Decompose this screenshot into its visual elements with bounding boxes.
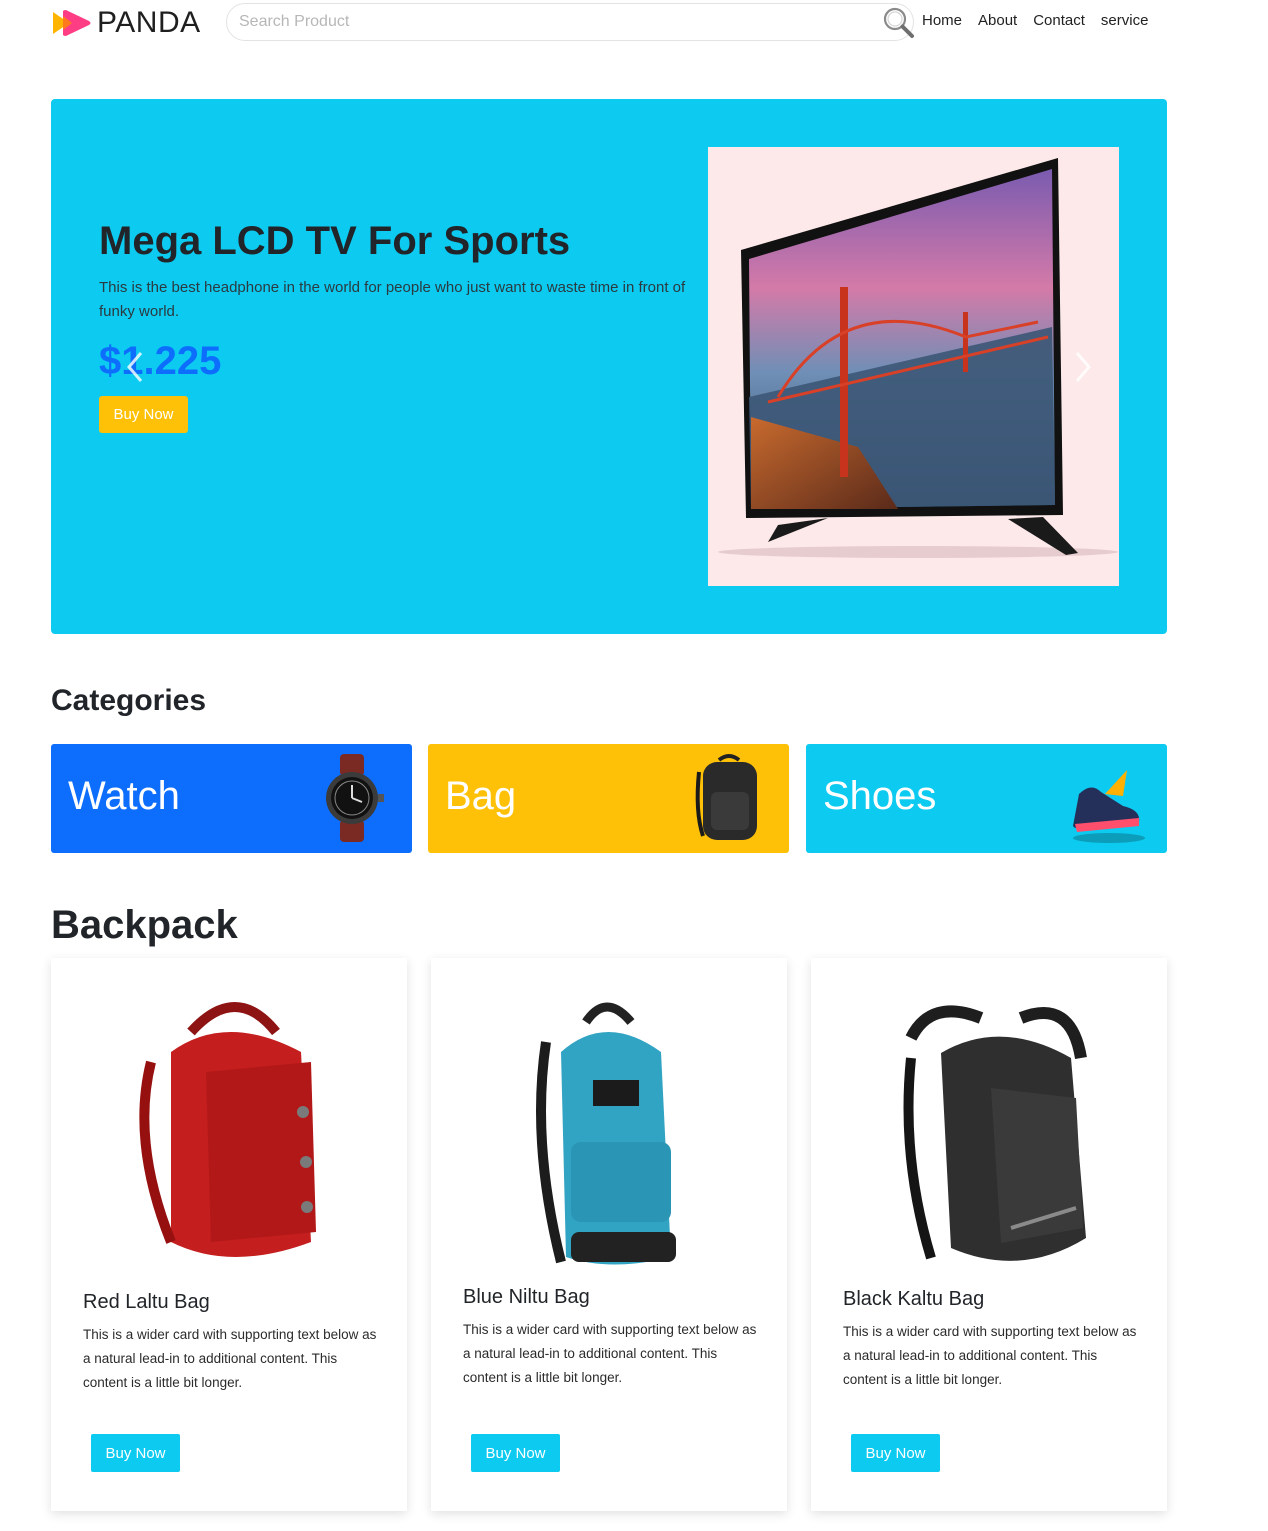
hero-buy-now-button[interactable]: Buy Now: [99, 396, 188, 433]
categories-heading: Categories: [51, 684, 207, 717]
nav-about-link[interactable]: About: [978, 12, 1017, 29]
category-card-bag[interactable]: Bag: [428, 744, 789, 853]
search-bar: [226, 3, 914, 41]
category-label: Bag: [445, 774, 517, 818]
backpack-heading: Backpack: [51, 903, 238, 947]
hero-description: This is the best headphone in the world …: [99, 279, 686, 320]
card-text: This is a wider card with supporting tex…: [463, 1322, 757, 1385]
category-card-shoes[interactable]: Shoes: [806, 744, 1167, 853]
watch-image: [326, 754, 384, 842]
brand-name: PANDA: [97, 6, 201, 39]
buy-now-button[interactable]: Buy Now: [91, 1434, 180, 1472]
category-label: Shoes: [823, 774, 937, 818]
nav-service-link[interactable]: service: [1101, 12, 1149, 29]
carousel-next-icon[interactable]: [1071, 347, 1095, 387]
nav-home-link[interactable]: Home: [922, 12, 962, 29]
card-title: Black Kaltu Bag: [843, 1288, 985, 1310]
site-header: PANDA Home About Contact service: [0, 0, 1268, 46]
logo-icon: [53, 10, 91, 36]
hero-title: Mega LCD TV For Sports: [99, 219, 571, 263]
product-card-blue: Blue Niltu Bag This is a wider card with…: [431, 958, 787, 1511]
blue-backpack-image: [536, 1002, 676, 1265]
product-card-black: Black Kaltu Bag This is a wider card wit…: [811, 958, 1167, 1511]
buy-now-button[interactable]: Buy Now: [471, 1434, 560, 1472]
category-label: Watch: [68, 774, 180, 818]
red-backpack-image: [139, 1002, 316, 1257]
search-icon[interactable]: [881, 5, 915, 39]
main-nav: Home About Contact service: [922, 12, 1148, 29]
card-text: This is a wider card with supporting tex…: [83, 1327, 377, 1390]
buy-now-button[interactable]: Buy Now: [851, 1434, 940, 1472]
shoe-image: [1073, 770, 1145, 843]
hero-price: $1.225: [99, 339, 222, 383]
product-card-red: Red Laltu Bag This is a wider card with …: [51, 958, 407, 1511]
hero-carousel: Mega LCD TV For Sports This is the best …: [51, 99, 1167, 634]
card-text: This is a wider card with supporting tex…: [843, 1324, 1137, 1387]
brand-logo[interactable]: PANDA: [51, 6, 201, 40]
search-input[interactable]: [239, 9, 859, 35]
card-title: Blue Niltu Bag: [463, 1286, 590, 1308]
carousel-prev-icon[interactable]: [123, 347, 147, 387]
bag-image: [695, 754, 757, 840]
black-backpack-image: [903, 1005, 1087, 1261]
category-card-watch[interactable]: Watch: [51, 744, 412, 853]
card-title: Red Laltu Bag: [83, 1291, 210, 1313]
tv-image: [708, 147, 1119, 586]
nav-contact-link[interactable]: Contact: [1033, 12, 1085, 29]
